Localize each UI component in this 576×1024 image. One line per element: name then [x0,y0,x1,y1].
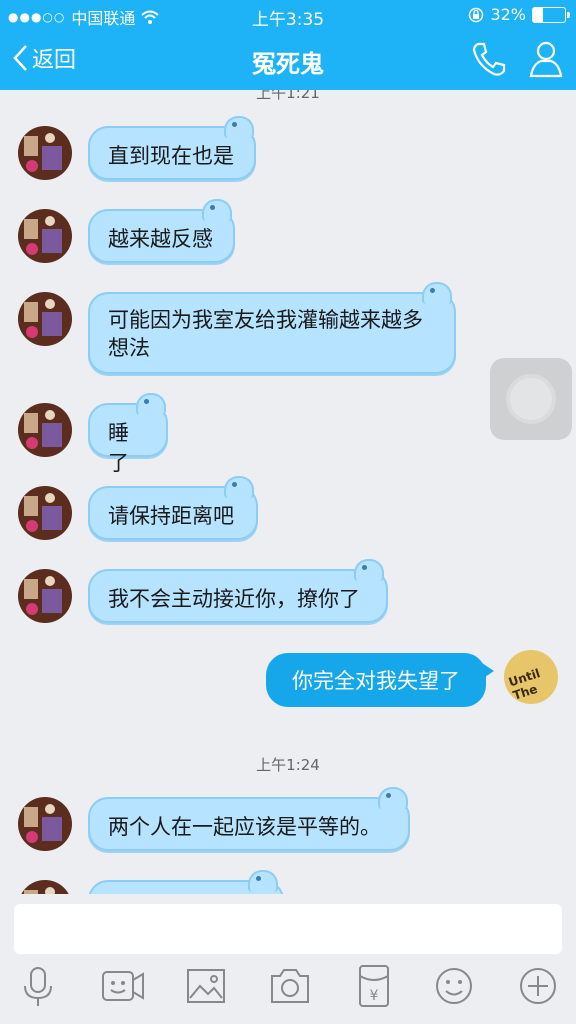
battery-icon [532,6,570,23]
message-text: 直到现在也是 [108,144,234,168]
contact-avatar[interactable] [18,403,72,457]
message-bubble-incoming[interactable]: 两个人在一起应该是平等的。 [88,787,410,851]
battery-fill [533,7,544,22]
message-bubble-incoming[interactable]: 睡了 [88,393,168,475]
toolbar: ¥ [0,962,576,1018]
message-bubble-incoming[interactable]: 我不会主动接近你，撩你了 [88,559,388,623]
chat-area[interactable]: 上午1:21 直到现在也是 越来越反感 可能因为我室友给我灌输越来越多 想法 睡… [0,90,576,894]
input-panel: ¥ [0,894,576,1024]
nav-bar: 返回 冤死鬼 [0,30,576,90]
message-text: 可能因为我室友给我灌输越来越多 [108,308,423,332]
emoji-icon[interactable] [430,962,478,1010]
message-text: 我不会主动接近你，撩你了 [108,587,360,611]
phone-icon[interactable] [470,40,506,78]
contact-avatar[interactable] [18,209,72,263]
contact-avatar[interactable] [18,569,72,623]
message-text: 越来越反感 [108,227,213,251]
video-icon[interactable] [98,962,146,1010]
top-bar: ●●●○○ 中国联通 上午3:35 32% 返回 冤死鬼 [0,0,576,90]
contact-avatar[interactable] [18,486,72,540]
message-text: 你完全对我失望了 [292,669,460,693]
camera-icon[interactable] [266,962,314,1010]
assistive-touch-button[interactable] [490,358,572,440]
message-bubble-incoming[interactable]: 可能因为我室友给我灌输越来越多 想法 [88,282,456,374]
image-icon[interactable] [182,962,230,1010]
plus-icon[interactable] [514,962,562,1010]
timestamp: 上午1:24 [256,756,320,774]
message-bubble-incoming[interactable]: 直到现在也是 [88,116,256,180]
profile-icon[interactable] [528,40,564,78]
rotation-lock-icon [469,7,484,22]
message-text: 睡了 [108,421,129,475]
message-bubble-incoming[interactable] [88,870,284,894]
red-packet-icon[interactable]: ¥ [350,962,398,1010]
timestamp: 上午1:21 [256,90,320,102]
contact-avatar[interactable] [18,126,72,180]
contact-avatar[interactable] [18,292,72,346]
microphone-icon[interactable] [14,962,62,1010]
svg-text:¥: ¥ [370,988,379,1004]
message-text: 想法 [108,336,150,360]
self-avatar[interactable]: Until The [504,650,558,704]
message-text: 两个人在一起应该是平等的。 [108,815,381,839]
battery-percent: 32% [490,5,526,24]
contact-avatar[interactable] [18,880,72,894]
message-bubble-incoming[interactable]: 请保持距离吧 [88,476,258,540]
message-input[interactable] [14,904,562,954]
message-bubble-outgoing[interactable]: 你完全对我失望了 [266,653,494,707]
message-text: 请保持距离吧 [108,504,234,528]
contact-avatar[interactable] [18,797,72,851]
avatar-text: Until The [506,666,542,703]
message-bubble-incoming[interactable]: 越来越反感 [88,199,235,263]
status-bar: ●●●○○ 中国联通 上午3:35 32% [0,0,576,30]
